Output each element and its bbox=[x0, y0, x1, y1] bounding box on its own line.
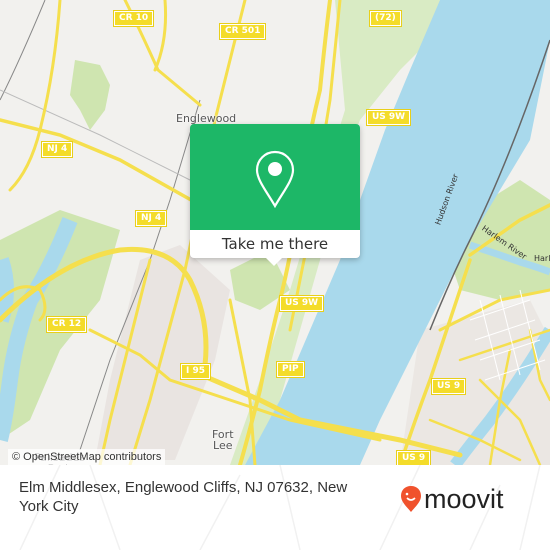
moovit-wordmark: moovit bbox=[424, 484, 504, 514]
place-label-fort-lee: Fort Lee bbox=[212, 428, 234, 452]
moovit-pin-icon bbox=[401, 486, 421, 512]
popup-pointer bbox=[266, 258, 282, 266]
take-me-there-button[interactable]: Take me there bbox=[190, 230, 360, 258]
railway bbox=[0, 0, 46, 101]
popup-header bbox=[190, 124, 360, 230]
map-pin-icon bbox=[255, 150, 295, 208]
map-attribution[interactable]: © OpenStreetMap contributors bbox=[8, 449, 166, 465]
road-shield-us9w: US 9W bbox=[278, 295, 325, 312]
road-shield-us9: US 9 bbox=[395, 450, 432, 465]
road-shield-pip: PIP bbox=[276, 361, 305, 378]
map[interactable]: Englewood Fort Lee Palisades Park CR 10 … bbox=[0, 0, 550, 465]
location-popup[interactable]: Take me there bbox=[190, 124, 360, 266]
water-label-harlem-river-2: Harl bbox=[534, 254, 550, 263]
road-shield-nj4: NJ 4 bbox=[40, 141, 74, 158]
road-shield-i95: I 95 bbox=[179, 363, 212, 380]
moovit-logo[interactable]: moovit bbox=[400, 484, 504, 514]
park bbox=[70, 60, 110, 130]
location-address: Elm Middlesex, Englewood Cliffs, NJ 0763… bbox=[19, 479, 348, 515]
road-shield-us9: US 9 bbox=[430, 378, 467, 395]
place-label-englewood: Englewood bbox=[176, 112, 237, 125]
road-shield-cr10: CR 10 bbox=[112, 10, 155, 27]
road-shield-us9w: US 9W bbox=[365, 109, 412, 126]
road-shield-nj4: NJ 4 bbox=[134, 210, 168, 227]
road-shield-cr12: CR 12 bbox=[45, 316, 88, 333]
road-shield-cr501: CR 501 bbox=[218, 23, 267, 40]
road-shield-72: (72) bbox=[369, 10, 402, 27]
water bbox=[0, 257, 14, 323]
